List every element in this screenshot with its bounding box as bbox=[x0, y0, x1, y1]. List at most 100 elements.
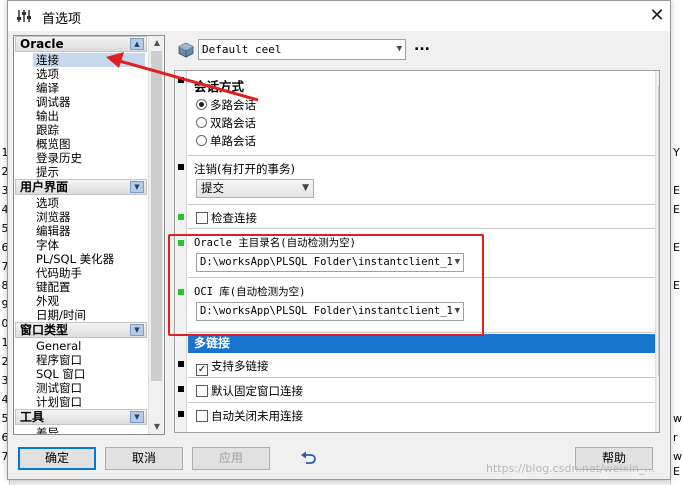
tree-item[interactable]: General bbox=[36, 339, 81, 353]
tree-group-label: Oracle bbox=[20, 37, 64, 51]
checkbox-unchecked-icon bbox=[196, 385, 208, 397]
tree-list: Oracle ▲ 连接 选项 编译 调试器 输出 跟踪 概览图 登录历史 提示 … bbox=[14, 36, 148, 434]
tree-item[interactable]: 提示 bbox=[36, 165, 59, 179]
checkbox-label: 支持多链接 bbox=[211, 359, 269, 373]
support-multi-connection-checkbox[interactable]: ✓ 支持多链接 bbox=[196, 358, 269, 376]
auto-close-unused-checkbox[interactable]: 自动关闭未用连接 bbox=[196, 408, 303, 424]
radio-label: 多路会话 bbox=[210, 98, 256, 112]
tree-item[interactable]: 代码助手 bbox=[36, 266, 82, 280]
modified-marker bbox=[178, 361, 184, 367]
auto-close-unused-section: 自动关闭未用连接 bbox=[188, 404, 659, 432]
bg-letter: E bbox=[673, 203, 680, 216]
radio-multi-session[interactable]: 多路会话 bbox=[196, 97, 256, 113]
scrollbar-thumb[interactable] bbox=[151, 51, 162, 381]
more-button[interactable]: ... bbox=[414, 38, 430, 54]
collapse-icon[interactable]: ▼ bbox=[130, 324, 144, 336]
tree-item[interactable]: PL/SQL 美化器 bbox=[36, 252, 114, 266]
tree-item[interactable]: 选项 bbox=[36, 196, 59, 210]
multi-connection-band: 多链接 bbox=[188, 334, 659, 353]
tree-item[interactable]: 输出 bbox=[36, 109, 59, 123]
checkbox-unchecked-icon bbox=[196, 212, 208, 224]
modified-marker bbox=[178, 164, 184, 170]
scroll-up-icon[interactable]: ▲ bbox=[149, 36, 164, 50]
dialog-title: 首选项 bbox=[42, 12, 82, 27]
preferences-tree: Oracle ▲ 连接 选项 编译 调试器 输出 跟踪 概览图 登录历史 提示 … bbox=[13, 35, 165, 435]
section-title: 会话方式 bbox=[194, 79, 245, 94]
bg-letter: r bbox=[673, 431, 678, 444]
tree-item[interactable]: 编辑器 bbox=[36, 224, 71, 238]
title-bar[interactable]: 首选项 ✕ bbox=[8, 1, 670, 31]
modified-marker bbox=[178, 77, 184, 83]
tree-item[interactable]: 计划窗口 bbox=[36, 395, 82, 409]
tree-group-label: 窗口类型 bbox=[20, 323, 69, 337]
config-cube-icon bbox=[178, 42, 194, 58]
close-button[interactable]: ✕ bbox=[644, 3, 670, 29]
scroll-down-icon[interactable]: ▼ bbox=[149, 420, 164, 434]
bg-letter: Y bbox=[673, 146, 680, 159]
bg-letter: E bbox=[673, 241, 680, 254]
tree-group-label: 工具 bbox=[20, 410, 45, 424]
preferences-icon bbox=[17, 10, 31, 22]
tree-item[interactable]: 概览图 bbox=[36, 137, 71, 151]
default-fixed-window-section: 默认固定窗口连接 bbox=[188, 379, 659, 403]
scroll-down-icon[interactable]: ▼ bbox=[656, 418, 659, 432]
support-multi-connection-section: ✓ 支持多链接 bbox=[188, 354, 659, 378]
tree-item[interactable]: 登录历史 bbox=[36, 151, 82, 165]
tree-group-window-types[interactable]: 窗口类型 ▼ bbox=[15, 322, 147, 338]
checkbox-label: 自动关闭未用连接 bbox=[211, 409, 303, 423]
tree-item[interactable]: 外观 bbox=[36, 294, 59, 308]
tree-item[interactable]: SQL 窗口 bbox=[36, 367, 85, 381]
tree-item-connection[interactable]: 连接 bbox=[33, 53, 145, 67]
tree-group-tools[interactable]: 工具 ▼ bbox=[15, 409, 147, 425]
config-select-value: Default ceel bbox=[202, 43, 282, 56]
chevron-down-icon: ▼ bbox=[396, 44, 402, 54]
check-connection-checkbox[interactable]: 检查连接 bbox=[196, 210, 257, 226]
tree-item[interactable]: 调试器 bbox=[36, 95, 71, 109]
tree-group-label: 用户界面 bbox=[20, 180, 69, 194]
section-title: 注销(有打开的事务) bbox=[194, 162, 295, 176]
tree-item[interactable]: 键配置 bbox=[36, 280, 71, 294]
config-select[interactable]: Default ceel ▼ bbox=[198, 39, 406, 60]
checkbox-checked-icon: ✓ bbox=[196, 364, 208, 376]
collapse-icon[interactable]: ▼ bbox=[130, 181, 144, 193]
radio-unchecked-icon bbox=[196, 117, 207, 128]
collapse-icon[interactable]: ▲ bbox=[130, 38, 144, 50]
annotation-highlight-box bbox=[168, 234, 484, 336]
logoff-section: 注销(有打开的事务) 提交 ▼ bbox=[188, 157, 659, 205]
logoff-select-value: 提交 bbox=[201, 181, 224, 195]
tree-item[interactable]: 程序窗口 bbox=[36, 353, 82, 367]
checkbox-label: 默认固定窗口连接 bbox=[211, 384, 303, 398]
modified-marker bbox=[178, 411, 184, 417]
tree-group-oracle[interactable]: Oracle ▲ bbox=[15, 36, 147, 52]
default-fixed-window-checkbox[interactable]: 默认固定窗口连接 bbox=[196, 383, 303, 399]
radio-label: 单路会话 bbox=[210, 134, 256, 148]
radio-label: 双路会话 bbox=[210, 116, 256, 130]
tree-group-user-interface[interactable]: 用户界面 ▼ bbox=[15, 179, 147, 195]
apply-button[interactable]: 应用 bbox=[192, 447, 270, 470]
undo-icon[interactable] bbox=[300, 451, 316, 465]
tree-item[interactable]: 选项 bbox=[36, 67, 59, 81]
tree-item[interactable]: 编译 bbox=[36, 81, 59, 95]
tree-item[interactable]: 字体 bbox=[36, 238, 59, 252]
tree-item[interactable]: 日期/时间 bbox=[36, 308, 86, 322]
scrollbar-thumb[interactable] bbox=[658, 86, 659, 376]
logoff-select[interactable]: 提交 ▼ bbox=[196, 179, 314, 198]
tree-item[interactable]: 差异 bbox=[36, 426, 59, 434]
bg-letter: E bbox=[673, 279, 680, 292]
modified-marker bbox=[178, 214, 184, 220]
radio-single-session[interactable]: 单路会话 bbox=[196, 133, 256, 149]
cancel-button[interactable]: 取消 bbox=[105, 447, 183, 470]
collapse-icon[interactable]: ▼ bbox=[130, 411, 144, 423]
ok-button[interactable]: 确定 bbox=[18, 447, 96, 470]
bg-letter: E bbox=[673, 465, 680, 478]
radio-dual-session[interactable]: 双路会话 bbox=[196, 115, 256, 131]
tree-scrollbar[interactable]: ▲ ▼ bbox=[148, 36, 164, 434]
bg-letter: w bbox=[673, 412, 682, 425]
scroll-up-icon[interactable]: ▲ bbox=[656, 71, 659, 85]
settings-scrollbar[interactable]: ▲ ▼ bbox=[655, 71, 659, 432]
tree-item[interactable]: 测试窗口 bbox=[36, 381, 82, 395]
tree-item[interactable]: 跟踪 bbox=[36, 123, 59, 137]
checkbox-label: 检查连接 bbox=[211, 211, 257, 225]
tree-item[interactable]: 浏览器 bbox=[36, 210, 71, 224]
radio-unchecked-icon bbox=[196, 135, 207, 146]
